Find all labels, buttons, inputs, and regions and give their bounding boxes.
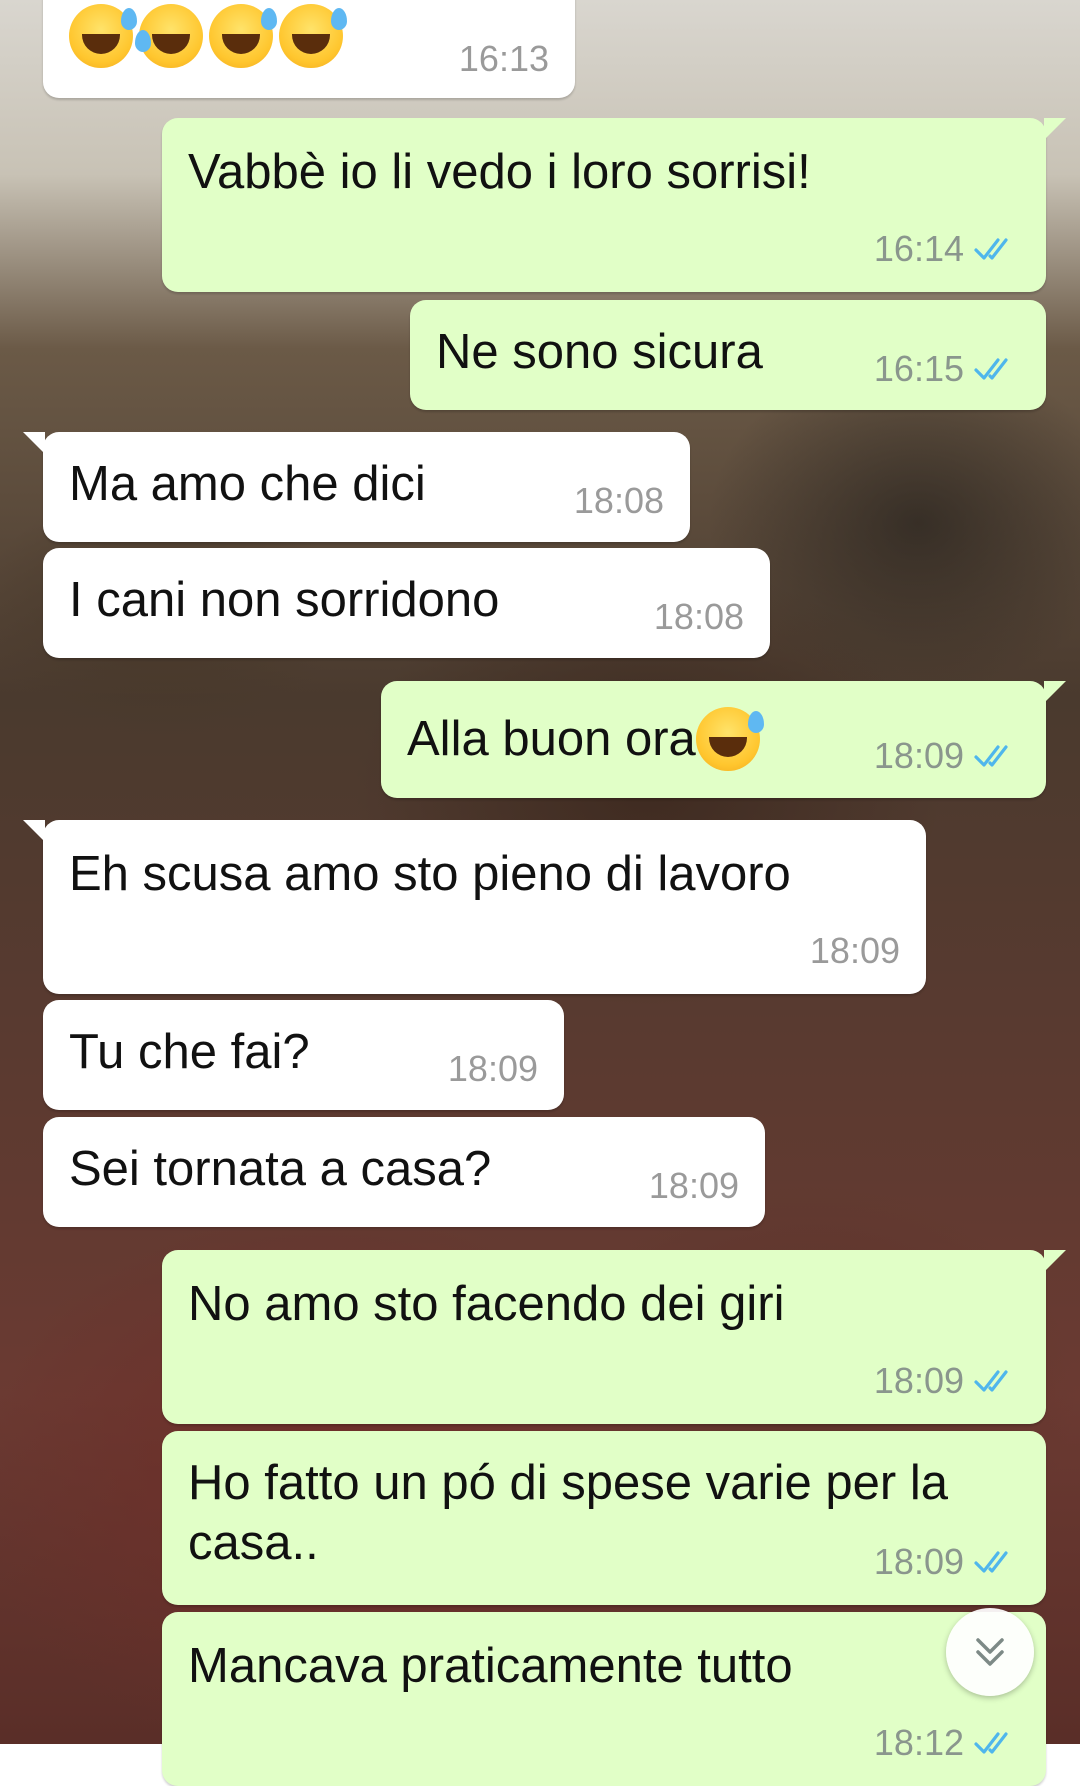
message-text: Alla buon ora — [407, 712, 696, 766]
message-text: No amo sto facendo dei giri — [188, 1277, 785, 1331]
message-time: 16:15 — [873, 348, 964, 389]
message-text: Eh scusa amo sto pieno di lavoro — [69, 847, 791, 901]
grinning-sweat-emoji-icon — [209, 4, 277, 68]
emoji-row — [69, 4, 347, 68]
message-time: 16:13 — [458, 38, 549, 79]
message-incoming[interactable]: I cani non sorridono 18:08 — [43, 548, 770, 658]
message-incoming[interactable]: Sei tornata a casa? 18:09 — [43, 1117, 765, 1227]
message-time: 18:08 — [573, 480, 664, 521]
message-time: 18:09 — [873, 1541, 964, 1582]
double-chevron-down-icon — [976, 1638, 1004, 1666]
message-time: 18:12 — [873, 1722, 964, 1763]
message-incoming[interactable]: Ma amo che dici 18:08 — [23, 432, 690, 542]
double-check-icon — [974, 1551, 1008, 1573]
grinning-sweat-emoji-icon — [69, 4, 137, 68]
message-text: Mancava praticamente tutto — [188, 1639, 793, 1693]
scroll-to-bottom-button[interactable] — [946, 1608, 1034, 1696]
message-time: 18:08 — [653, 596, 744, 637]
message-outgoing[interactable]: Alla buon ora 18:09 — [381, 681, 1066, 798]
message-outgoing[interactable]: No amo sto facendo dei giri 18:09 — [162, 1250, 1066, 1424]
message-outgoing[interactable]: Ne sono sicura 16:15 — [410, 300, 1046, 410]
double-check-icon — [974, 238, 1008, 260]
grinning-sweat-emoji-icon — [695, 707, 764, 771]
message-time: 18:09 — [648, 1165, 739, 1206]
message-content: Alla buon ora — [407, 707, 764, 771]
message-text: I cani non sorridono — [69, 573, 500, 627]
double-check-icon — [974, 745, 1008, 767]
message-text: Vabbè io li vedo i loro sorrisi! — [188, 145, 811, 199]
message-incoming[interactable]: 16:13 — [43, 0, 575, 98]
message-text: Sei tornata a casa? — [69, 1142, 492, 1196]
grinning-sweat-emoji-icon — [279, 4, 347, 68]
message-text: Ne sono sicura — [436, 325, 763, 379]
message-incoming[interactable]: Eh scusa amo sto pieno di lavoro 18:09 — [23, 820, 926, 994]
message-text: Ma amo che dici — [69, 457, 426, 511]
double-check-icon — [974, 1370, 1008, 1392]
message-outgoing[interactable]: Ho fatto un pó di spese varie per la cas… — [162, 1431, 1046, 1605]
message-time: 18:09 — [873, 1360, 964, 1401]
message-time: 18:09 — [873, 735, 964, 776]
message-incoming[interactable]: Tu che fai? 18:09 — [43, 1000, 564, 1110]
double-check-icon — [974, 358, 1008, 380]
message-text: Tu che fai? — [69, 1025, 310, 1079]
message-time: 16:14 — [873, 228, 964, 269]
message-text: Ho fatto un pó di spese varie per la cas… — [188, 1456, 948, 1570]
tears-of-joy-emoji-icon — [135, 4, 203, 68]
double-check-icon — [974, 1732, 1008, 1754]
message-outgoing[interactable]: Vabbè io li vedo i loro sorrisi! 16:14 — [162, 118, 1066, 292]
message-time: 18:09 — [447, 1048, 538, 1089]
message-outgoing[interactable]: Mancava praticamente tutto 18:12 — [162, 1612, 1046, 1786]
message-time: 18:09 — [809, 930, 900, 971]
